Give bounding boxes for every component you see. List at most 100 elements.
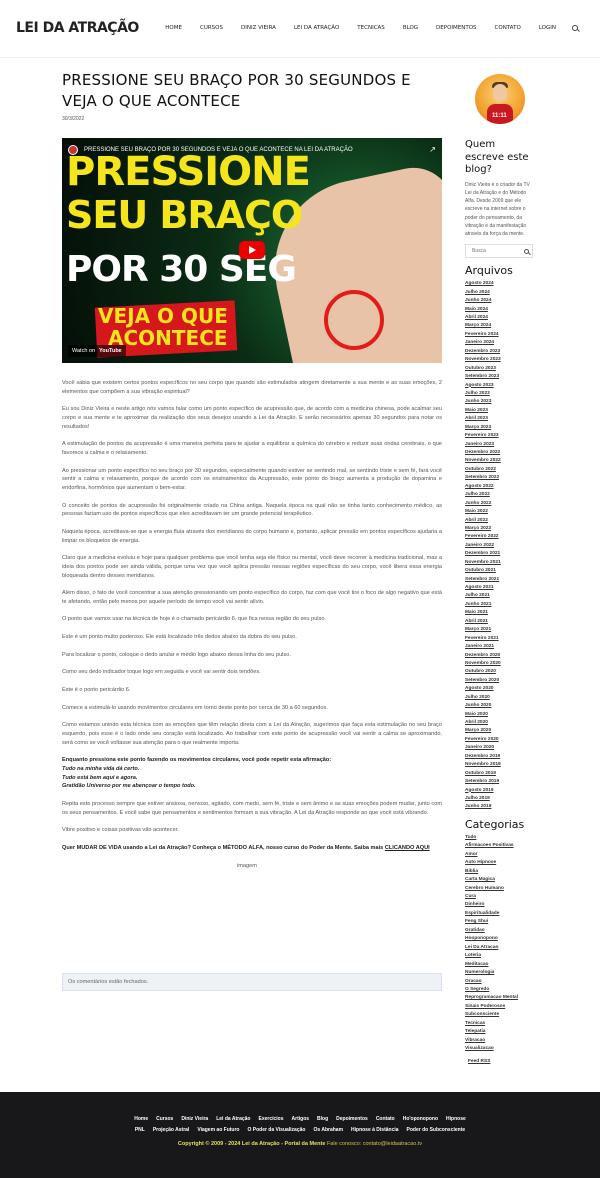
nav-item[interactable]: LOGIN	[539, 24, 556, 32]
archive-link[interactable]: Junho 2019	[465, 803, 535, 811]
footer-link[interactable]: Cursos	[156, 1116, 173, 1124]
category-link[interactable]: Sinais Poderosos	[465, 1003, 535, 1011]
category-link[interactable]: Afirmacoes Positivas	[465, 842, 535, 850]
category-link[interactable]: Lei Da Atracao	[465, 944, 535, 952]
archive-link[interactable]: Dezembro 2023	[465, 348, 535, 356]
category-link[interactable]: Numerologia	[465, 969, 535, 977]
category-link[interactable]: Auto Hipnose	[465, 859, 535, 867]
category-link[interactable]: Cura	[465, 893, 535, 901]
nav-item[interactable]: DINIZ VIEIRA	[241, 24, 276, 32]
category-link[interactable]: Meditacao	[465, 961, 535, 969]
category-link[interactable]: Cerebro Humano	[465, 885, 535, 893]
archive-link[interactable]: Agosto 2023	[465, 382, 535, 390]
archive-link[interactable]: Maio 2020	[465, 711, 535, 719]
nav-item[interactable]: CONTATO	[495, 24, 521, 32]
search-icon[interactable]	[524, 248, 529, 254]
archive-link[interactable]: Abril 2021	[465, 618, 535, 626]
archive-link[interactable]: Novembro 2021	[465, 559, 535, 567]
footer-link[interactable]: Viagem ao Futuro	[197, 1127, 239, 1135]
nav-item[interactable]: Home	[165, 24, 182, 32]
nav-item[interactable]: TECNICAS	[357, 24, 385, 32]
feed-link[interactable]: Feed RSS	[468, 1058, 535, 1065]
archive-link[interactable]: Julho 2024	[465, 289, 535, 297]
archive-link[interactable]: Agosto 2024	[465, 280, 535, 288]
category-link[interactable]: Carta Magica	[465, 876, 535, 884]
archive-link[interactable]: Julho 2021	[465, 592, 535, 600]
archive-link[interactable]: Dezembro 2019	[465, 753, 535, 761]
play-button-icon[interactable]	[239, 241, 265, 259]
category-link[interactable]: Dinheiro	[465, 901, 535, 909]
archive-link[interactable]: Agosto 2019	[465, 787, 535, 795]
footer-link[interactable]: Os Abraham	[313, 1127, 343, 1135]
archive-link[interactable]: Janeiro 2021	[465, 643, 535, 651]
watch-on-youtube[interactable]: Watch on YouTube	[68, 344, 126, 357]
site-logo[interactable]: LEI DA ATRAÇÃO	[16, 18, 139, 39]
category-link[interactable]: Biblia	[465, 868, 535, 876]
archive-link[interactable]: Maio 2024	[465, 306, 535, 314]
category-link[interactable]: Telepatia	[465, 1028, 535, 1036]
footer-link[interactable]: Artigos	[292, 1116, 310, 1124]
cta-link[interactable]: CLICANDO AQUI	[385, 845, 430, 851]
category-link[interactable]: Tecnicas	[465, 1020, 535, 1028]
footer-link[interactable]: Diniz Vieira	[181, 1116, 208, 1124]
category-link[interactable]: O Segredo	[465, 986, 535, 994]
category-link[interactable]: Oracao	[465, 978, 535, 986]
footer-link[interactable]: Hipnose à Distância	[351, 1127, 399, 1135]
category-link[interactable]: Visualizacao	[465, 1045, 535, 1053]
category-link[interactable]: Amor	[465, 851, 535, 859]
footer-link[interactable]: Ho'oponopono	[403, 1116, 438, 1124]
footer-link[interactable]: Exercícios	[259, 1116, 284, 1124]
category-link[interactable]: Espiritualidade	[465, 910, 535, 918]
archive-link[interactable]: Junho 2024	[465, 297, 535, 305]
nav-item[interactable]: BLOG	[403, 24, 418, 32]
archive-link[interactable]: Outubro 2022	[465, 466, 535, 474]
category-link[interactable]: Feng Shui	[465, 918, 535, 926]
footer-link[interactable]: Contato	[376, 1116, 395, 1124]
archive-link[interactable]: Fevereiro 2020	[465, 736, 535, 744]
archive-link[interactable]: Abril 2022	[465, 517, 535, 525]
nav-item[interactable]: CURSOS	[200, 24, 223, 32]
archive-link[interactable]: Novembro 2019	[465, 761, 535, 769]
category-link[interactable]: Loteria	[465, 952, 535, 960]
archive-link[interactable]: Março 2021	[465, 626, 535, 634]
archive-link[interactable]: Outubro 2021	[465, 567, 535, 575]
archive-link[interactable]: Janeiro 2020	[465, 744, 535, 752]
footer-link[interactable]: O Poder da Visualização	[247, 1127, 305, 1135]
archive-link[interactable]: Novembro 2023	[465, 356, 535, 364]
archive-link[interactable]: Novembro 2020	[465, 660, 535, 668]
share-icon[interactable]: ↗	[429, 144, 436, 156]
footer-link[interactable]: PNL	[135, 1127, 145, 1135]
archive-link[interactable]: Setembro 2020	[465, 677, 535, 685]
archive-link[interactable]: Julho 2020	[465, 694, 535, 702]
archive-link[interactable]: Dezembro 2021	[465, 550, 535, 558]
archive-link[interactable]: Fevereiro 2024	[465, 331, 535, 339]
archive-link[interactable]: Abril 2023	[465, 415, 535, 423]
category-link[interactable]: Subconsciente	[465, 1011, 535, 1019]
archive-link[interactable]: Junho 2023	[465, 398, 535, 406]
footer-link[interactable]: Home	[134, 1116, 148, 1124]
archive-link[interactable]: Fevereiro 2023	[465, 432, 535, 440]
search-input[interactable]	[466, 245, 522, 258]
search-icon[interactable]	[572, 25, 578, 32]
archive-link[interactable]: Julho 2023	[465, 390, 535, 398]
archive-link[interactable]: Fevereiro 2022	[465, 533, 535, 541]
archive-link[interactable]: Outubro 2023	[465, 365, 535, 373]
category-link[interactable]: Gratidao	[465, 927, 535, 935]
archive-link[interactable]: Julho 2019	[465, 795, 535, 803]
archive-link[interactable]: Agosto 2022	[465, 483, 535, 491]
archive-link[interactable]: Outubro 2020	[465, 668, 535, 676]
archive-link[interactable]: Maio 2023	[465, 407, 535, 415]
archive-link[interactable]: Outubro 2019	[465, 770, 535, 778]
archive-link[interactable]: Abril 2024	[465, 314, 535, 322]
archive-link[interactable]: Dezembro 2022	[465, 449, 535, 457]
category-link[interactable]: Vibracao	[465, 1037, 535, 1045]
archive-link[interactable]: Março 2024	[465, 322, 535, 330]
nav-item[interactable]: DEPOIMENTOS	[436, 24, 477, 32]
archive-link[interactable]: Maio 2022	[465, 508, 535, 516]
archive-link[interactable]: Abril 2020	[465, 719, 535, 727]
archive-link[interactable]: Março 2022	[465, 525, 535, 533]
channel-avatar-icon[interactable]	[68, 145, 78, 155]
archive-link[interactable]: Agosto 2021	[465, 584, 535, 592]
archive-link[interactable]: Fevereiro 2021	[465, 635, 535, 643]
category-link[interactable]: Tudo	[465, 834, 535, 842]
